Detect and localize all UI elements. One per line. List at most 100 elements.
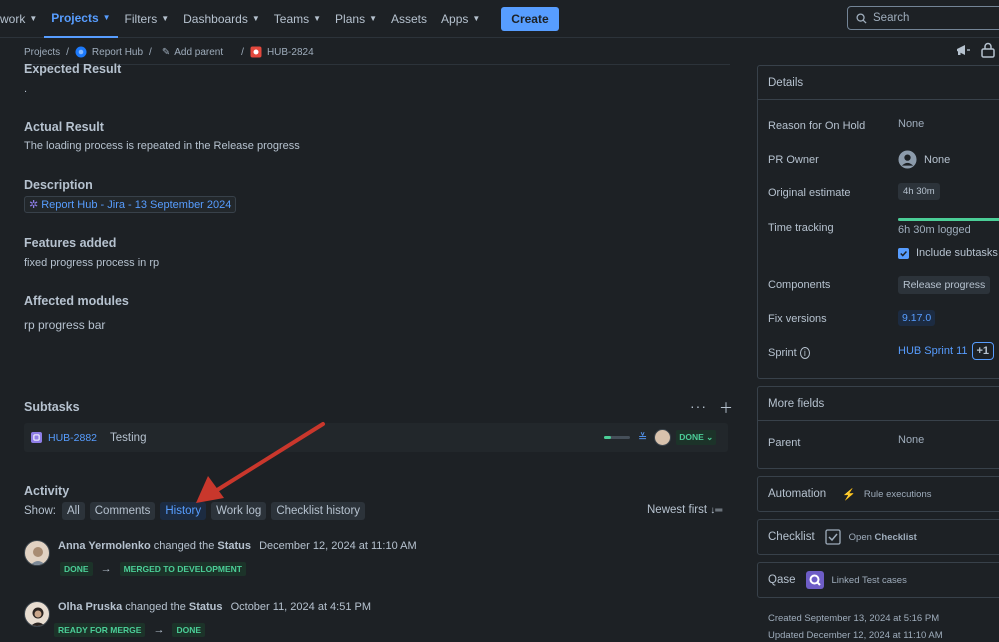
history-user[interactable]: Anna Yermolenko <box>58 540 151 552</box>
nav-item-assets[interactable]: Assets <box>384 0 434 38</box>
subtask-status-text: DONE <box>679 432 704 442</box>
nav-item-teams[interactable]: Teams ▼ <box>267 0 328 38</box>
history-action: changed the <box>125 601 186 613</box>
history-field: Status <box>217 540 252 552</box>
time-tracking-bar[interactable] <box>898 218 999 221</box>
checklist-subtitle: Open Checklist <box>849 532 917 543</box>
header-divider <box>24 64 730 65</box>
breadcrumb-project[interactable]: Report Hub <box>92 47 143 58</box>
search-icon <box>856 12 867 24</box>
arrow-right-icon: → <box>100 563 112 575</box>
nav-item-apps[interactable]: Apps ▼ <box>434 0 487 38</box>
create-button[interactable]: Create <box>501 6 559 31</box>
more-fields-panel: More fields Parent None <box>757 386 999 469</box>
pr-owner-label: PR Owner <box>768 154 819 166</box>
sprint-more-badge[interactable]: +1 <box>971 342 995 360</box>
actual-result-label: Actual Result <box>24 120 104 134</box>
nav-item-work[interactable]: work ▼ <box>0 0 44 38</box>
nav-item-dashboards[interactable]: Dashboards ▼ <box>176 0 267 38</box>
details-header[interactable]: Details <box>758 66 999 100</box>
add-subtask-icon[interactable]: ＋ <box>719 398 733 418</box>
user-avatar[interactable] <box>24 540 50 566</box>
time-tracking-label: Time tracking <box>768 222 834 234</box>
subtasks-toolbar: ··· ＋ <box>690 398 733 418</box>
arrow-right-icon: → <box>153 624 165 636</box>
original-estimate-value[interactable]: 4h 30m <box>898 183 940 200</box>
fix-versions-value[interactable]: 9.17.0 <box>898 310 936 326</box>
nav-item-projects[interactable]: Projects ▼ <box>44 0 118 38</box>
chevron-down-icon: ▼ <box>102 13 111 22</box>
include-subtasks-checkbox[interactable]: Include subtasks <box>898 247 998 259</box>
more-icon[interactable]: ··· <box>690 398 707 418</box>
lock-icon[interactable] <box>981 42 995 58</box>
user-avatar[interactable] <box>24 601 50 627</box>
filter-history[interactable]: History <box>160 502 207 520</box>
nav-label: Apps <box>441 11 469 26</box>
checklist-panel[interactable]: Checklist Open Checklist <box>757 519 999 555</box>
history-summary: Anna Yermolenko changed the Status Decem… <box>58 540 417 552</box>
breadcrumb-add-parent[interactable]: Add parent <box>174 47 223 58</box>
breadcrumb-separator: / <box>241 46 244 58</box>
expected-result-value[interactable]: . <box>24 83 27 95</box>
subtask-status[interactable]: DONE ⌄ <box>676 430 717 445</box>
more-fields-header[interactable]: More fields <box>758 387 999 421</box>
estimate-chip: 4h 30m <box>898 183 940 200</box>
components-value[interactable]: Release progress <box>898 276 991 294</box>
nav-item-plans[interactable]: Plans ▼ <box>328 0 384 38</box>
breadcrumb-separator: / <box>149 46 152 58</box>
megaphone-icon[interactable] <box>955 42 971 58</box>
history-content: Olha Pruska changed the Status October 1… <box>50 601 371 637</box>
fix-version-chip: 9.17.0 <box>898 310 936 326</box>
search-input[interactable]: Search <box>847 6 999 30</box>
confluence-icon: ✲ <box>29 199 39 211</box>
subtask-key[interactable]: HUB-2882 <box>48 432 97 444</box>
qase-subtitle: Linked Test cases <box>831 574 907 586</box>
checklist-title: Checklist <box>768 531 815 543</box>
nav-label: Projects <box>51 10 99 25</box>
activity-filters: Show: All Comments History Work log Chec… <box>24 502 370 520</box>
assignee-avatar[interactable] <box>654 429 672 446</box>
filter-checklist-history[interactable]: Checklist history <box>271 502 366 520</box>
sort-order-button[interactable]: Newest first ↓═ <box>647 504 722 516</box>
affected-modules-value[interactable]: rp progress bar <box>24 318 105 332</box>
reason-on-hold-label: Reason for On Hold <box>768 120 866 132</box>
description-smart-link[interactable]: ✲ Report Hub - Jira - 13 September 2024 <box>24 196 237 213</box>
parent-value[interactable]: None <box>898 434 924 446</box>
filter-all[interactable]: All <box>61 502 85 520</box>
qase-title: Qase <box>768 574 796 586</box>
nav-label: Filters <box>124 11 158 26</box>
actual-result-value[interactable]: The loading process is repeated in the R… <box>24 140 300 152</box>
nav-item-filters[interactable]: Filters ▼ <box>118 0 177 38</box>
sprint-link[interactable]: HUB Sprint 11 <box>898 345 968 357</box>
history-date: December 12, 2024 at 11:10 AM <box>259 540 417 552</box>
pr-owner-value[interactable]: None <box>898 150 950 169</box>
info-icon: i <box>799 347 810 359</box>
show-label: Show: <box>24 505 56 517</box>
automation-title: Automation <box>768 488 827 500</box>
project-icon <box>75 46 87 58</box>
features-added-value[interactable]: fixed progress process in rp <box>24 257 159 269</box>
checklist-sub-bold: Checklist <box>874 531 917 543</box>
history-action: changed the <box>153 540 215 552</box>
filter-comments[interactable]: Comments <box>89 502 156 520</box>
qase-panel[interactable]: Qase Linked Test cases <box>757 562 999 598</box>
nav-label: Teams <box>273 11 310 26</box>
components-label: Components <box>768 279 831 291</box>
include-subtasks-label: Include subtasks <box>916 247 998 259</box>
fix-versions-label: Fix versions <box>768 313 827 325</box>
sprint-value[interactable]: HUB Sprint 11 +1 <box>898 342 995 360</box>
breadcrumb-projects[interactable]: Projects <box>24 47 60 58</box>
pencil-icon: ✎ <box>161 46 171 58</box>
history-user[interactable]: Olha Pruska <box>58 601 122 613</box>
expected-result-label: Expected Result <box>24 62 122 76</box>
bug-icon <box>250 46 262 58</box>
lightning-icon: ⚡ <box>842 488 856 501</box>
filter-work-log[interactable]: Work log <box>211 502 267 520</box>
subtask-row[interactable]: HUB-2882 Testing ≚ DONE ⌄ <box>24 423 728 452</box>
updated-date: Updated December 12, 2024 at 11:10 AM <box>768 630 943 641</box>
features-added-label: Features added <box>24 236 117 250</box>
subtask-summary[interactable]: Testing <box>110 432 146 444</box>
automation-panel[interactable]: Automation ⚡ Rule executions <box>757 476 999 512</box>
reason-on-hold-value[interactable]: None <box>898 118 924 130</box>
breadcrumb-issue-key[interactable]: HUB-2824 <box>267 47 314 58</box>
